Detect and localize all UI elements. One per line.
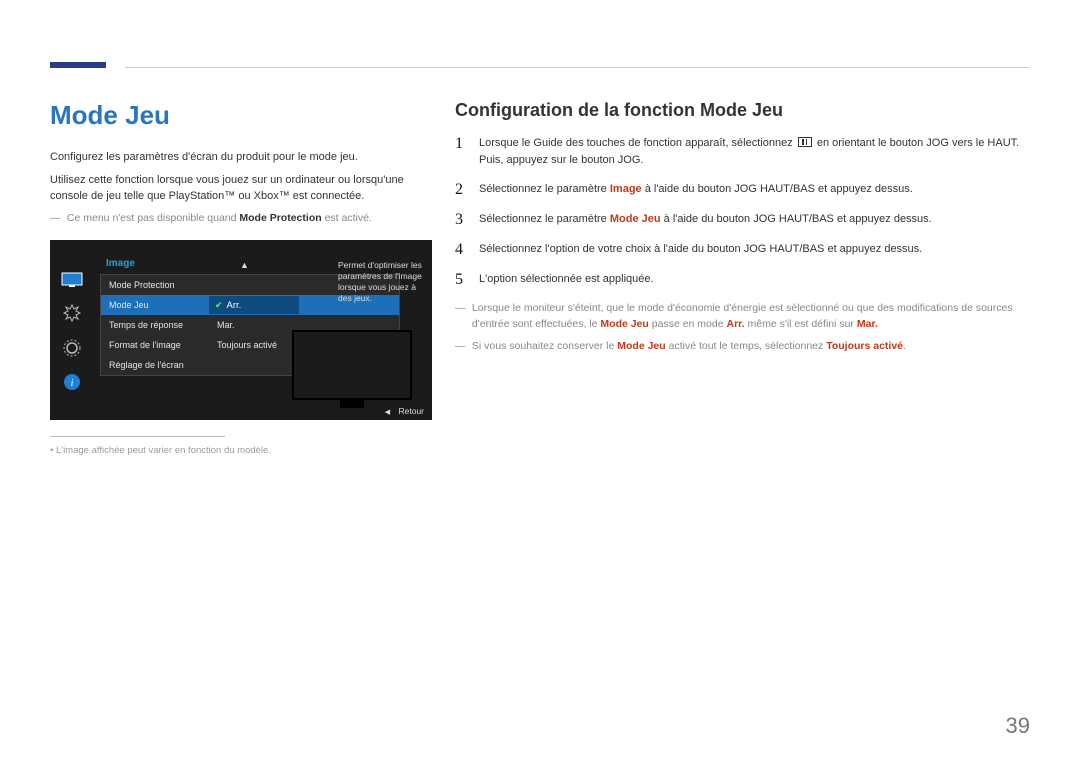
step-text: Lorsque le Guide des touches de fonction… xyxy=(479,135,1030,169)
osd-nav-settings-icon xyxy=(58,302,86,326)
osd-row-label: Temps de réponse xyxy=(101,320,209,330)
osd-row-value-selected: ✔ Arr. xyxy=(209,296,299,314)
note-suffix: est activé. xyxy=(322,212,372,224)
step-number: 2 xyxy=(455,181,479,199)
page-title: Mode Jeu xyxy=(50,100,428,131)
osd-description: Permet d'optimiser les paramètres de l'i… xyxy=(338,260,424,304)
step-number: 3 xyxy=(455,211,479,229)
osd-screenshot: i Image ▲ Mode Protection Mode Jeu ✔ Arr… xyxy=(50,240,432,420)
step-1: 1 Lorsque le Guide des touches de foncti… xyxy=(455,135,1030,169)
osd-nav-gear-icon xyxy=(58,336,86,360)
step-5: 5 L'option sélectionnée est appliquée. xyxy=(455,271,1030,289)
osd-row-value: Mar. xyxy=(209,320,299,330)
header-accent-bar xyxy=(50,62,106,68)
step-text: L'option sélectionnée est appliquée. xyxy=(479,271,1030,289)
caption-rule xyxy=(50,436,225,437)
step-number: 4 xyxy=(455,241,479,259)
left-column: Mode Jeu Configurez les paramètres d'écr… xyxy=(50,100,428,456)
osd-row-label: Réglage de l'écran xyxy=(101,360,209,370)
osd-caption: • L'image affichée peut varier en foncti… xyxy=(50,445,428,456)
svg-text:i: i xyxy=(70,377,73,389)
osd-row-label: Mode Protection xyxy=(101,280,209,290)
step-text: Sélectionnez le paramètre Mode Jeu à l'a… xyxy=(479,211,1030,229)
menu-button-icon xyxy=(798,137,812,147)
note-bold: Mode Protection xyxy=(239,212,321,224)
osd-nav-info-icon: i xyxy=(58,370,86,394)
step-4: 4 Sélectionnez l'option de votre choix à… xyxy=(455,241,1030,259)
osd-row-value: Arr. xyxy=(227,300,242,311)
check-icon: ✔ xyxy=(215,300,223,311)
step-number: 5 xyxy=(455,271,479,289)
step-3: 3 Sélectionnez le paramètre Mode Jeu à l… xyxy=(455,211,1030,229)
osd-sidebar: i xyxy=(58,268,92,412)
footer-note-2: ― Si vous souhaitez conserver le Mode Je… xyxy=(455,339,1030,355)
note-dash-icon: ― xyxy=(50,211,64,227)
intro-text-2: Utilisez cette fonction lorsque vous jou… xyxy=(50,172,428,205)
osd-nav-picture-icon xyxy=(58,268,86,292)
step-number: 1 xyxy=(455,135,479,169)
step-text: Sélectionnez le paramètre Image à l'aide… xyxy=(479,181,1030,199)
osd-row-value: Toujours activé xyxy=(209,340,299,350)
osd-back-text: Retour xyxy=(398,406,424,416)
osd-back-arrow-icon: ◀ xyxy=(385,409,390,416)
step-text: Sélectionnez l'option de votre choix à l… xyxy=(479,241,1030,259)
osd-row-label: Format de l'image xyxy=(101,340,209,350)
osd-up-arrow-icon: ▲ xyxy=(240,260,249,270)
note-dash-icon: ― xyxy=(455,339,469,355)
section-heading: Configuration de la fonction Mode Jeu xyxy=(455,100,1030,121)
intro-text-1: Configurez les paramètres d'écran du pro… xyxy=(50,149,428,166)
step-2: 2 Sélectionnez le paramètre Image à l'ai… xyxy=(455,181,1030,199)
footer-note-1: ― Lorsque le moniteur s'éteint, que le m… xyxy=(455,301,1030,333)
note-dash-icon: ― xyxy=(455,301,469,317)
osd-monitor-graphic xyxy=(292,330,412,400)
note-prefix: Ce menu n'est pas disponible quand xyxy=(67,212,239,224)
page-number: 39 xyxy=(1006,713,1030,739)
osd-back-label: ◀ Retour xyxy=(385,406,424,416)
right-column: Configuration de la fonction Mode Jeu 1 … xyxy=(455,100,1030,354)
osd-menu-title: Image xyxy=(106,258,135,269)
availability-note: ― Ce menu n'est pas disponible quand Mod… xyxy=(50,211,428,227)
header-rule xyxy=(125,67,1030,68)
osd-row-label: Mode Jeu xyxy=(101,300,209,310)
